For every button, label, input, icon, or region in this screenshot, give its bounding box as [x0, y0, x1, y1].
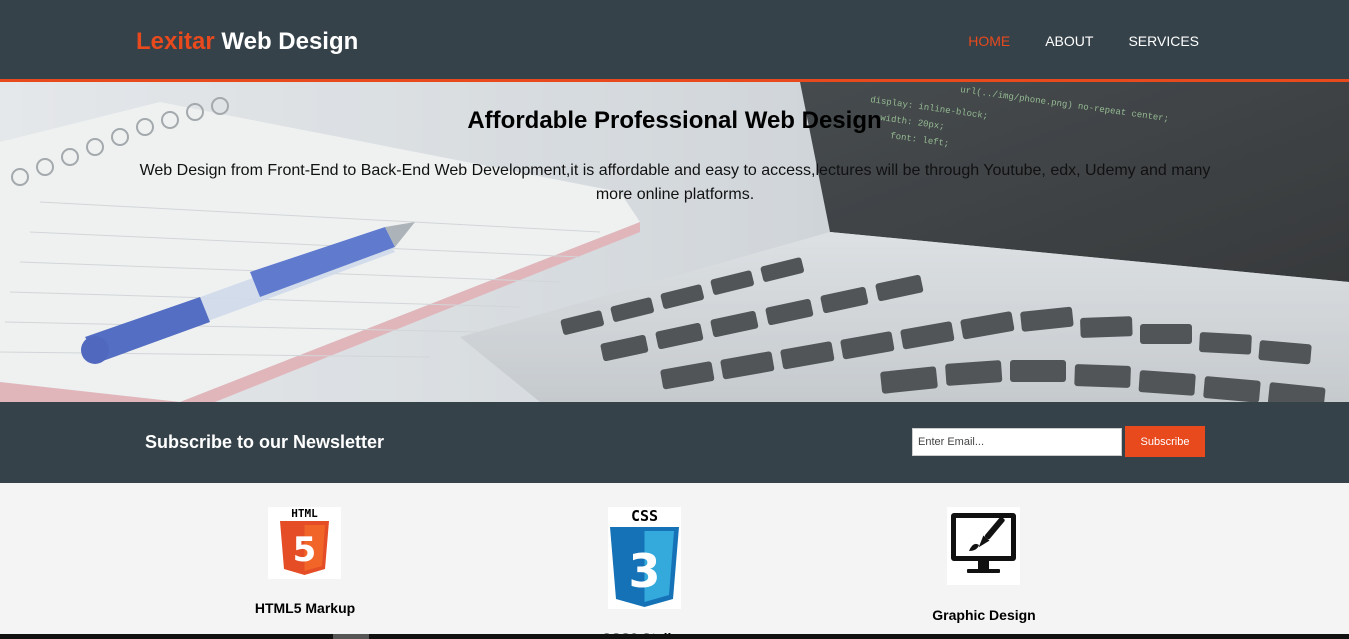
showcase-banner: display: inline-block; width: 20px; font…	[0, 82, 1349, 402]
email-input[interactable]	[912, 428, 1122, 456]
html5-badge: HTML	[291, 507, 318, 520]
services-boxes: HTML 5 HTML5 Markup CSS 3 CSS3 Styling	[0, 483, 1349, 639]
brand-name: Web Design	[221, 28, 359, 55]
site-logo[interactable]: Lexitar Web Design	[136, 28, 358, 56]
main-nav: HOME ABOUT SERVICES	[968, 33, 1199, 49]
graphic-design-box: Graphic Design	[884, 607, 1084, 623]
graphic-design-icon	[947, 507, 1020, 585]
nav-services[interactable]: SERVICES	[1128, 33, 1199, 49]
scrollbar-thumb[interactable]	[333, 634, 369, 639]
html5-box: HTML5 Markup	[205, 600, 405, 616]
nav-about[interactable]: ABOUT	[1045, 33, 1093, 49]
html5-digit: 5	[293, 530, 317, 570]
showcase-text: Web Design from Front-End to Back-End We…	[139, 162, 1211, 203]
css3-icon: CSS 3	[608, 507, 681, 609]
brand-highlight: Lexitar	[136, 28, 215, 55]
showcase-title: Affordable Professional Web Design	[467, 107, 882, 134]
css3-badge: CSS	[631, 507, 658, 525]
horizontal-scrollbar[interactable]	[0, 634, 1349, 639]
newsletter-bar: Subscribe to our Newsletter Subscribe	[0, 402, 1349, 483]
newsletter-title: Subscribe to our Newsletter	[145, 432, 385, 452]
site-header: Lexitar Web Design HOME ABOUT SERVICES	[0, 0, 1349, 82]
css3-digit: 3	[628, 544, 660, 598]
html5-icon: HTML 5	[268, 507, 341, 579]
html5-title: HTML5 Markup	[254, 600, 356, 616]
subscribe-button[interactable]: Subscribe	[1125, 426, 1205, 457]
nav-home[interactable]: HOME	[968, 33, 1010, 49]
graphic-design-title: Graphic Design	[932, 607, 1036, 623]
